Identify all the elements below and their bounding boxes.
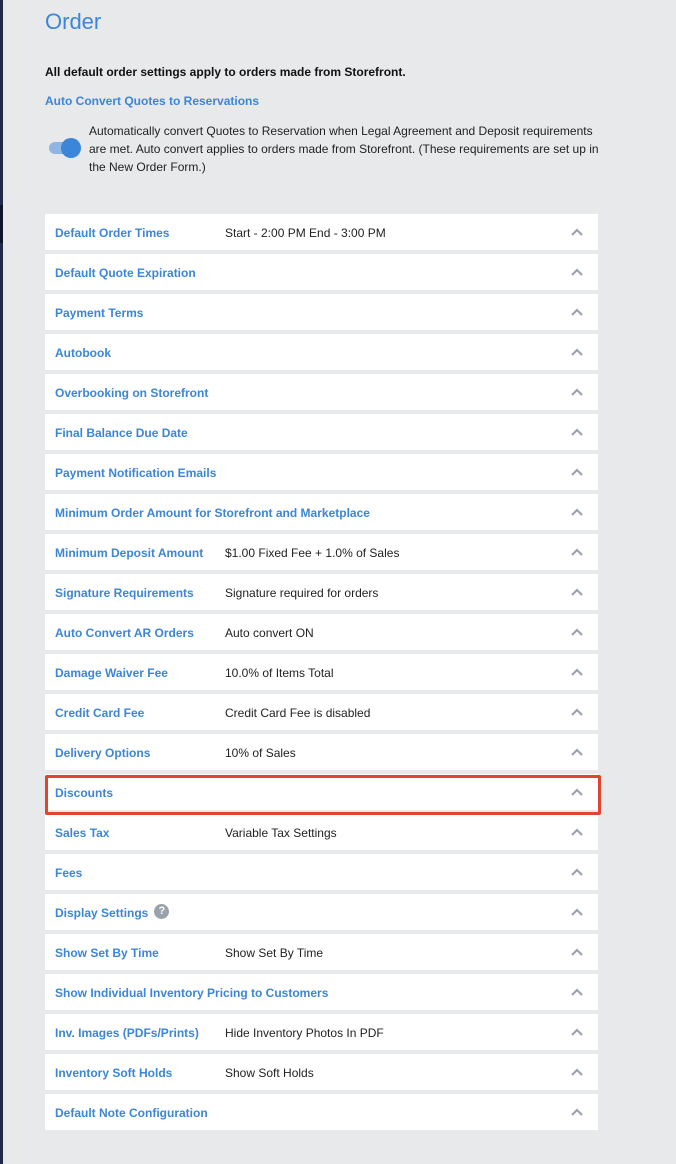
setting-row-show-set-by-time[interactable]: Show Set By Time Show Set By Time xyxy=(45,934,598,970)
setting-row-damage-waiver-fee[interactable]: Damage Waiver Fee 10.0% of Items Total xyxy=(45,654,598,690)
settings-list: Default Order Times Start - 2:00 PM End … xyxy=(45,214,598,1134)
setting-label: Overbooking on Storefront xyxy=(55,386,209,400)
chevron-up-icon[interactable] xyxy=(571,988,583,996)
setting-label: Payment Notification Emails xyxy=(55,466,217,480)
setting-row-inventory-soft-holds[interactable]: Inventory Soft Holds Show Soft Holds xyxy=(45,1054,598,1090)
setting-label: Minimum Deposit Amount xyxy=(55,546,204,560)
app-sidebar-edge xyxy=(0,0,3,1164)
setting-label: Minimum Order Amount for Storefront and … xyxy=(55,506,370,520)
sidebar-active-marker xyxy=(0,205,3,243)
setting-row-signature-requirements[interactable]: Signature Requirements Signature require… xyxy=(45,574,598,610)
setting-row-auto-convert-ar-orders[interactable]: Auto Convert AR Orders Auto convert ON xyxy=(45,614,598,650)
setting-row-final-balance-due-date[interactable]: Final Balance Due Date xyxy=(45,414,598,450)
setting-label: Fees xyxy=(55,866,83,880)
setting-row-minimum-deposit-amount[interactable]: Minimum Deposit Amount $1.00 Fixed Fee +… xyxy=(45,534,598,570)
setting-label: Default Order Times xyxy=(55,226,170,240)
chevron-up-icon[interactable] xyxy=(571,908,583,916)
chevron-up-icon[interactable] xyxy=(571,668,583,676)
setting-label: Auto Convert AR Orders xyxy=(55,626,194,640)
setting-row-payment-terms[interactable]: Payment Terms xyxy=(45,294,598,330)
setting-value: Auto convert ON xyxy=(225,626,314,640)
chevron-up-icon[interactable] xyxy=(571,1028,583,1036)
chevron-up-icon[interactable] xyxy=(571,348,583,356)
setting-row-inv-images[interactable]: Inv. Images (PDFs/Prints) Hide Inventory… xyxy=(45,1014,598,1050)
setting-label: Credit Card Fee xyxy=(55,706,145,720)
setting-label: Payment Terms xyxy=(55,306,144,320)
setting-value: Hide Inventory Photos In PDF xyxy=(225,1026,384,1040)
setting-label: Sales Tax xyxy=(55,826,110,840)
setting-label: Signature Requirements xyxy=(55,586,194,600)
setting-row-show-individual-inventory-pricing[interactable]: Show Individual Inventory Pricing to Cus… xyxy=(45,974,598,1010)
setting-label-with-help: Display Settings? xyxy=(55,894,170,932)
setting-row-payment-notification-emails[interactable]: Payment Notification Emails xyxy=(45,454,598,490)
page-title: Order xyxy=(45,9,102,34)
setting-label: Show Individual Inventory Pricing to Cus… xyxy=(55,986,329,1000)
auto-convert-description: Automatically convert Quotes to Reservat… xyxy=(89,124,599,174)
chevron-up-icon[interactable] xyxy=(571,548,583,556)
chevron-up-icon[interactable] xyxy=(571,268,583,276)
setting-row-discounts[interactable]: Discounts xyxy=(45,774,598,810)
setting-value: Credit Card Fee is disabled xyxy=(225,706,371,720)
setting-label: Show Set By Time xyxy=(55,946,159,960)
chevron-up-icon[interactable] xyxy=(571,828,583,836)
setting-row-credit-card-fee[interactable]: Credit Card Fee Credit Card Fee is disab… xyxy=(45,694,598,730)
setting-value: Show Set By Time xyxy=(225,946,324,960)
setting-label: Discounts xyxy=(55,786,114,800)
setting-row-sales-tax[interactable]: Sales Tax Variable Tax Settings xyxy=(45,814,598,850)
setting-value: Show Soft Holds xyxy=(225,1066,314,1080)
chevron-up-icon[interactable] xyxy=(571,1108,583,1116)
chevron-up-icon[interactable] xyxy=(571,708,583,716)
chevron-up-icon[interactable] xyxy=(571,1068,583,1076)
setting-value: Signature required for orders xyxy=(225,586,379,600)
chevron-up-icon[interactable] xyxy=(571,468,583,476)
setting-value: Start - 2:00 PM End - 3:00 PM xyxy=(225,226,386,240)
chevron-up-icon[interactable] xyxy=(571,868,583,876)
setting-label: Autobook xyxy=(55,346,111,360)
setting-row-default-note-configuration[interactable]: Default Note Configuration xyxy=(45,1094,598,1130)
setting-row-default-order-times[interactable]: Default Order Times Start - 2:00 PM End … xyxy=(45,214,598,250)
toggle-knob xyxy=(61,138,81,158)
setting-row-display-settings[interactable]: Display Settings? xyxy=(45,894,598,930)
setting-label: Inventory Soft Holds xyxy=(55,1066,173,1080)
setting-value: 10.0% of Items Total xyxy=(225,666,334,680)
setting-label: Delivery Options xyxy=(55,746,151,760)
intro-text: All default order settings apply to orde… xyxy=(45,65,406,79)
chevron-up-icon[interactable] xyxy=(571,588,583,596)
setting-label: Damage Waiver Fee xyxy=(55,666,168,680)
setting-label: Default Note Configuration xyxy=(55,1106,208,1120)
setting-value: Variable Tax Settings xyxy=(225,826,337,840)
setting-label: Default Quote Expiration xyxy=(55,266,196,280)
setting-label: Inv. Images (PDFs/Prints) xyxy=(55,1026,199,1040)
chevron-up-icon[interactable] xyxy=(571,788,583,796)
setting-row-overbooking[interactable]: Overbooking on Storefront xyxy=(45,374,598,410)
auto-convert-toggle[interactable] xyxy=(47,138,81,158)
chevron-up-icon[interactable] xyxy=(571,388,583,396)
setting-label: Display Settings xyxy=(55,906,149,920)
setting-row-delivery-options[interactable]: Delivery Options 10% of Sales xyxy=(45,734,598,770)
chevron-up-icon[interactable] xyxy=(571,948,583,956)
setting-row-default-quote-expiration[interactable]: Default Quote Expiration xyxy=(45,254,598,290)
setting-value: 10% of Sales xyxy=(225,746,296,760)
chevron-up-icon[interactable] xyxy=(571,508,583,516)
help-icon[interactable]: ? xyxy=(154,904,170,920)
chevron-up-icon[interactable] xyxy=(571,628,583,636)
chevron-up-icon[interactable] xyxy=(571,428,583,436)
setting-row-autobook[interactable]: Autobook xyxy=(45,334,598,370)
setting-row-fees[interactable]: Fees xyxy=(45,854,598,890)
chevron-up-icon[interactable] xyxy=(571,308,583,316)
auto-convert-heading[interactable]: Auto Convert Quotes to Reservations xyxy=(45,94,259,108)
setting-value: $1.00 Fixed Fee + 1.0% of Sales xyxy=(225,546,400,560)
chevron-up-icon[interactable] xyxy=(571,748,583,756)
setting-label: Final Balance Due Date xyxy=(55,426,188,440)
chevron-up-icon[interactable] xyxy=(571,228,583,236)
setting-row-minimum-order-amount[interactable]: Minimum Order Amount for Storefront and … xyxy=(45,494,598,530)
